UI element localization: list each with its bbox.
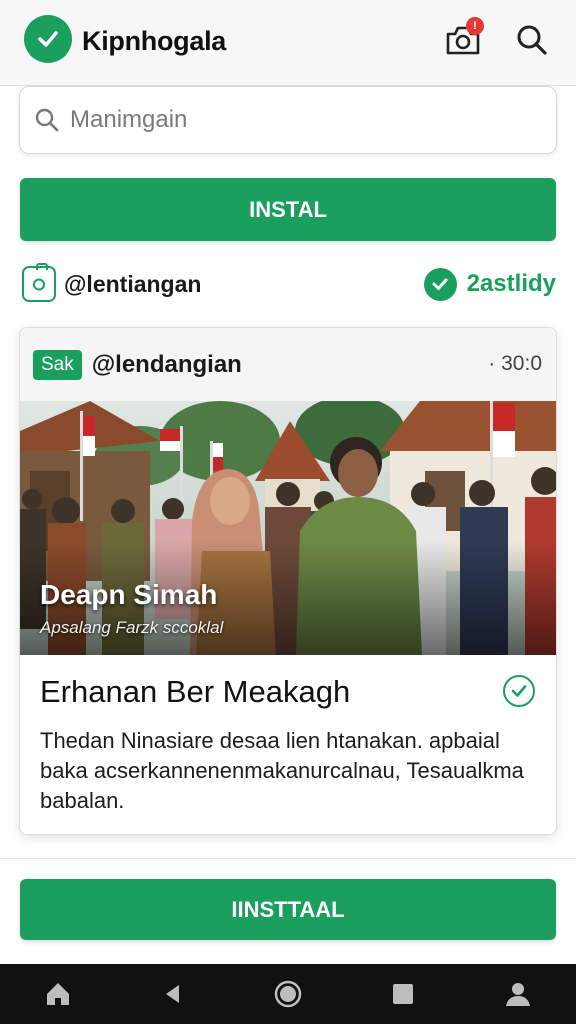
home-circle-icon bbox=[274, 980, 302, 1008]
card-timestamp: · 30:0 bbox=[488, 352, 542, 375]
notification-badge: ! bbox=[466, 17, 484, 35]
divider bbox=[0, 858, 576, 859]
install-button-bottom[interactable]: IINSTTAAL bbox=[20, 879, 556, 940]
post-card[interactable]: Sak @lendangian · 30:0 Deapn Simah Apsal… bbox=[19, 327, 557, 835]
instagram-icon bbox=[22, 263, 56, 302]
back-icon bbox=[165, 985, 179, 1003]
status-group: 2astlidy bbox=[423, 267, 556, 301]
search-bar[interactable] bbox=[19, 86, 557, 154]
profile-icon bbox=[506, 983, 531, 1006]
media-subtitle: Apsalang Farzk sccoklal bbox=[40, 618, 224, 637]
header-search-button[interactable] bbox=[510, 18, 554, 62]
system-nav-bar bbox=[0, 964, 576, 1024]
install-button-top[interactable]: INSTAL bbox=[20, 178, 556, 241]
recents-icon bbox=[393, 984, 414, 1004]
card-handle[interactable]: @lendangian bbox=[92, 351, 242, 379]
search-icon bbox=[517, 25, 547, 55]
village-photo bbox=[20, 401, 556, 655]
nav-profile-button[interactable] bbox=[490, 966, 546, 1022]
card-description: Thedan Ninasiare desaa lien htanakan. ap… bbox=[40, 728, 524, 813]
verified-check-icon bbox=[423, 267, 457, 301]
nav-center-button[interactable] bbox=[260, 966, 316, 1022]
media-title: Deapn Simah bbox=[40, 579, 218, 610]
search-input[interactable] bbox=[70, 106, 530, 134]
app-header: Kipnhogala ! bbox=[0, 0, 576, 86]
card-header: Sak @lendangian · 30:0 bbox=[20, 328, 556, 401]
account-handle[interactable]: @lentiangan bbox=[64, 271, 201, 298]
search-icon bbox=[35, 108, 59, 132]
check-circle-icon bbox=[503, 675, 535, 707]
home-icon bbox=[46, 983, 69, 1005]
post-image[interactable]: Deapn Simah Apsalang Farzk sccoklal bbox=[20, 401, 556, 655]
status-label: 2astlidy bbox=[466, 270, 556, 297]
nav-recents-button[interactable] bbox=[375, 966, 431, 1022]
account-row: @lentiangan 2astlidy bbox=[22, 262, 556, 306]
card-title: Erhanan Ber Meakagh bbox=[40, 674, 351, 709]
nav-home-button[interactable] bbox=[30, 966, 86, 1022]
check-circle-icon bbox=[24, 15, 72, 63]
app-title: Kipnhogala bbox=[82, 26, 226, 56]
nav-back-button[interactable] bbox=[145, 966, 201, 1022]
tag-badge: Sak bbox=[33, 349, 82, 380]
